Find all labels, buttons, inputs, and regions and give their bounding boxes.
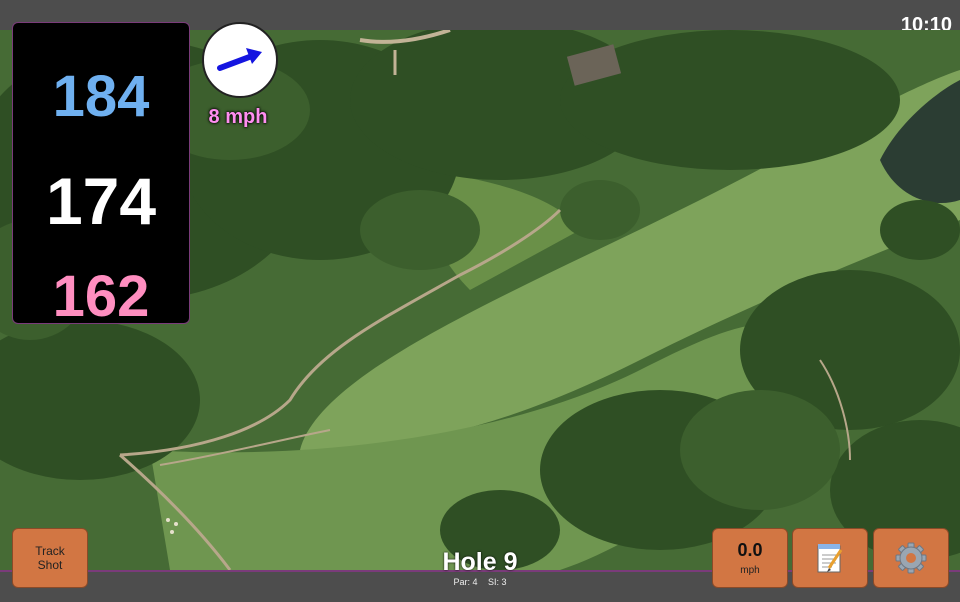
wind-indicator (202, 22, 278, 98)
speed-value: 0.0 (737, 540, 763, 560)
notepad-icon (817, 544, 843, 573)
speed-unit: mph (740, 565, 760, 576)
gear-icon (895, 542, 927, 574)
middle-yardage: 174 (45, 164, 157, 238)
back-yardage: 184 (52, 64, 150, 129)
wind-direction-arrow-icon (217, 48, 262, 71)
track-shot-label-line2: Shot (37, 558, 63, 572)
track-shot-label-line1: Track (35, 544, 65, 558)
hole-par: Par: 4 (453, 577, 478, 587)
settings-button[interactable] (873, 528, 949, 588)
front-yardage: 162 (52, 264, 150, 329)
notes-button[interactable] (792, 528, 868, 588)
yardage-panel: 184 174 162 (12, 22, 190, 329)
hole-info: Par: 4 SI: 3 (380, 577, 580, 587)
track-shot-button[interactable]: Track Shot (12, 528, 88, 588)
speed-button[interactable]: 0.0 mph (712, 528, 788, 588)
wind-speed-label: 8 mph (208, 106, 268, 128)
hole-title: Hole 9 (442, 548, 518, 576)
hole-stroke-index: SI: 3 (488, 577, 507, 587)
